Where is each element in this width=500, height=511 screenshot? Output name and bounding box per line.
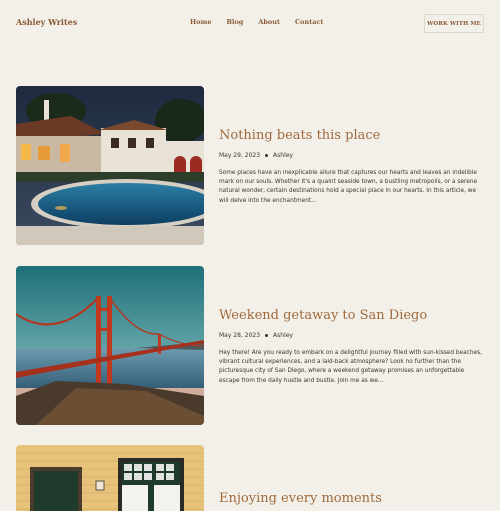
post-content: Weekend getaway to San Diego May 28, 202… <box>219 308 486 386</box>
nav-contact[interactable]: Contact <box>295 18 323 26</box>
post-author[interactable]: Ashley <box>273 152 293 159</box>
separator-dot <box>265 334 269 337</box>
post-excerpt: Hey there! Are you ready to embark on a … <box>219 350 482 384</box>
post-date: May 28, 2023 <box>219 332 261 339</box>
post-thumbnail-house[interactable] <box>16 445 204 511</box>
separator-dot <box>265 154 269 157</box>
post-content: Nothing beats this place May 29, 2023 As… <box>219 128 486 206</box>
post-card: Nothing beats this place May 29, 2023 As… <box>16 86 486 245</box>
site-header: Ashley Writes Home Blog About Contact WO… <box>0 0 500 46</box>
post-title[interactable]: Nothing beats this place <box>219 128 486 144</box>
nav-home[interactable]: Home <box>190 18 212 26</box>
main-nav: Home Blog About Contact <box>190 18 338 26</box>
post-date: May 29, 2023 <box>219 152 261 159</box>
post-meta: May 29, 2023 Ashley <box>219 152 486 159</box>
post-title[interactable]: Weekend getaway to San Diego <box>219 308 486 324</box>
work-with-me-button[interactable]: WORK WITH ME <box>424 14 484 33</box>
post-content: Enjoying every moments <box>219 491 486 507</box>
post-thumbnail-bridge[interactable] <box>16 266 204 425</box>
post-thumbnail-villa[interactable] <box>16 86 204 245</box>
house-image <box>16 445 204 511</box>
post-excerpt: Some places have an inexplicable allure … <box>219 170 478 204</box>
post-author[interactable]: Ashley <box>273 332 293 339</box>
post-card: Enjoying every moments <box>16 445 486 511</box>
site-logo[interactable]: Ashley Writes <box>16 17 77 27</box>
villa-image <box>16 86 204 245</box>
post-card: Weekend getaway to San Diego May 28, 202… <box>16 266 486 425</box>
nav-blog[interactable]: Blog <box>227 18 244 26</box>
post-title[interactable]: Enjoying every moments <box>219 491 486 507</box>
nav-about[interactable]: About <box>258 18 280 26</box>
bridge-image <box>16 266 204 425</box>
post-meta: May 28, 2023 Ashley <box>219 332 486 339</box>
